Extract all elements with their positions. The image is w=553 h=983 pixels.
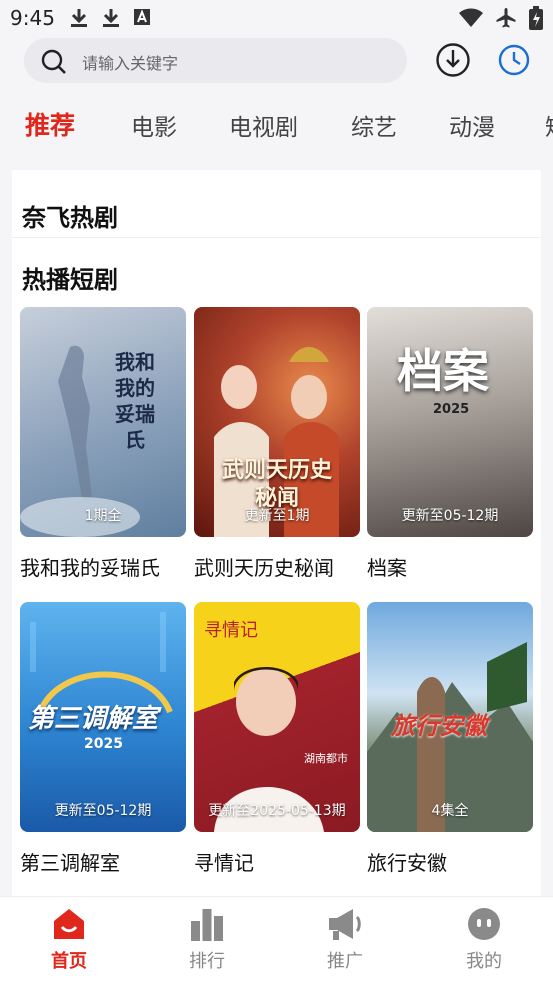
card-title: 档案	[367, 556, 407, 580]
history-clock-icon[interactable]	[497, 43, 531, 77]
poster-figure	[20, 345, 140, 537]
episode-badge: 更新至05-12期	[401, 508, 499, 524]
channel-logo-text: 湖南都市	[304, 752, 348, 765]
search-bar[interactable]: 请输入关键字	[24, 38, 407, 83]
ranking-icon	[191, 909, 223, 941]
airplane-mode-icon	[496, 8, 516, 28]
tab-anime[interactable]: 动漫	[449, 108, 495, 142]
status-time: 9:45	[10, 6, 55, 30]
search-placeholder: 请输入关键字	[82, 54, 179, 73]
poster-title-text: 我和我的妥瑞氏	[115, 350, 155, 452]
card-title: 旅行安徽	[367, 851, 447, 875]
megaphone-icon	[329, 909, 361, 940]
tab-short[interactable]: 短	[545, 108, 553, 142]
card-title: 我和我的妥瑞氏	[20, 556, 160, 580]
poster-image: 寻情记 湖南都市 更新至2025-05-13期	[194, 602, 360, 832]
nav-label: 我的	[466, 951, 502, 972]
tab-recommend[interactable]: 推荐	[25, 106, 75, 142]
wifi-icon	[459, 8, 483, 27]
status-bar: 9:45	[0, 0, 553, 36]
poster-title-text: 第三调解室	[28, 704, 159, 734]
nav-profile[interactable]: 我的	[429, 907, 539, 973]
poster-image: 第三调解室 2025 更新至05-12期	[20, 602, 186, 832]
nav-home[interactable]: 首页	[14, 907, 124, 973]
bottom-navigation: 首页 排行 推广 我的	[0, 896, 553, 983]
profile-icon	[468, 908, 500, 940]
tab-movies[interactable]: 电影	[131, 108, 177, 142]
card-title: 武则天历史秘闻	[194, 556, 334, 580]
search-icon	[41, 49, 66, 74]
episode-badge: 更新至1期	[244, 508, 310, 524]
poster-image: 档案 2025 更新至05-12期	[367, 307, 533, 537]
tab-tv-series[interactable]: 电视剧	[229, 108, 298, 142]
episode-badge: 1期全	[84, 508, 122, 524]
battery-charging-icon	[529, 6, 543, 30]
font-notification-icon	[134, 9, 150, 25]
episode-badge: 更新至05-12期	[54, 803, 152, 819]
poster-title-text: 寻情记	[204, 620, 258, 641]
download-icon[interactable]	[435, 42, 471, 78]
section-title-short-drama[interactable]: 热播短剧	[22, 260, 118, 295]
poster-year-text: 2025	[84, 736, 123, 752]
category-tabs: 推荐 电影 电视剧 综艺 动漫 短	[0, 100, 553, 150]
poster-image: 武则天历史秘闻 更新至1期	[194, 307, 360, 537]
poster-year-text: 2025	[433, 402, 470, 417]
poster-title-text: 旅行安徽	[391, 712, 487, 740]
card-title: 寻情记	[194, 851, 254, 875]
nav-promote[interactable]: 推广	[290, 907, 400, 973]
nav-label: 排行	[189, 951, 225, 972]
episode-badge: 4集全	[431, 803, 469, 819]
tab-variety[interactable]: 综艺	[351, 108, 397, 142]
download-notification-icon	[71, 9, 87, 27]
card-title: 第三调解室	[20, 851, 120, 875]
home-icon	[54, 909, 84, 939]
poster-title-text: 档案	[397, 344, 489, 398]
section-divider	[12, 237, 541, 238]
download-notification-icon	[103, 9, 119, 27]
nav-label: 首页	[51, 951, 87, 972]
poster-image: 旅行安徽 4集全	[367, 602, 533, 832]
section-title-netflix[interactable]: 奈飞热剧	[22, 198, 118, 233]
nav-ranking[interactable]: 排行	[152, 907, 262, 973]
poster-image: 我和我的妥瑞氏 1期全	[20, 307, 186, 537]
content-panel: 奈飞热剧 热播短剧 我和我的妥瑞氏 1期全 我和我的妥瑞氏 武则天历史秘闻 更新…	[12, 170, 541, 898]
nav-label: 推广	[327, 951, 363, 972]
episode-badge: 更新至2025-05-13期	[208, 803, 346, 819]
